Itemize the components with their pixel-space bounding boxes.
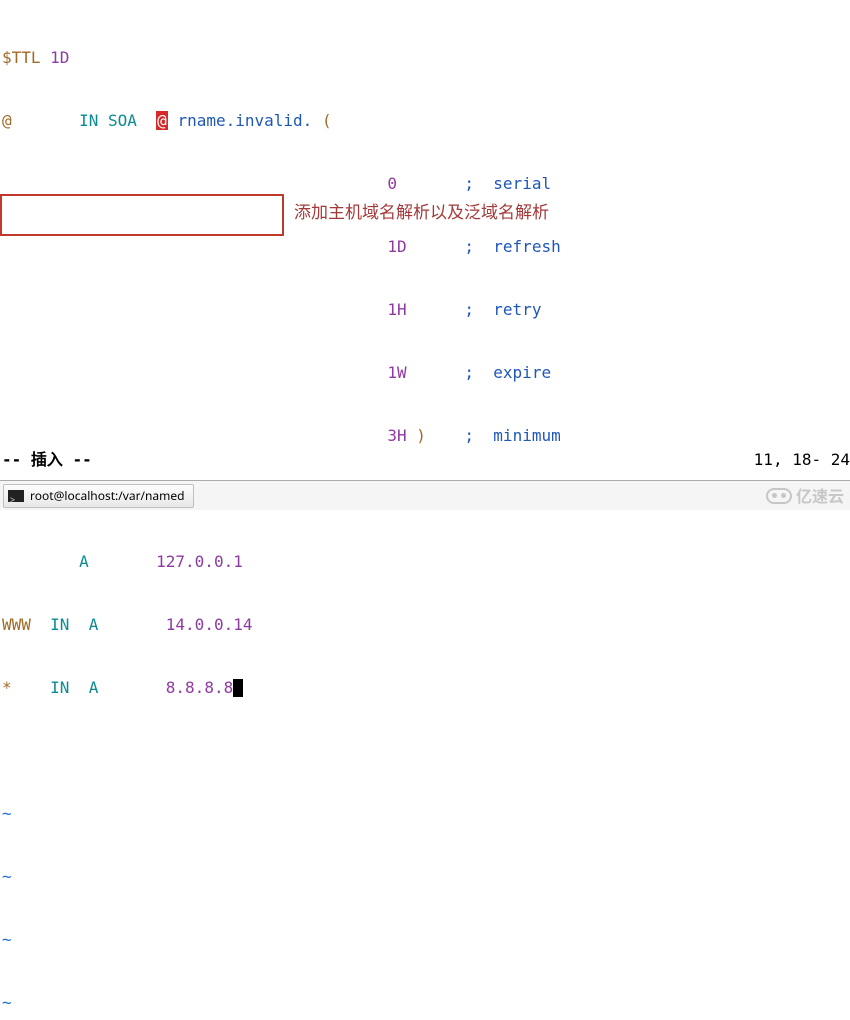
- taskbar-item-label: root@localhost:/var/named: [30, 485, 185, 506]
- refresh-semi: ;: [464, 237, 474, 256]
- taskbar-item-terminal[interactable]: root@localhost:/var/named: [3, 484, 194, 508]
- a-ip-local: 127.0.0.1: [156, 552, 243, 571]
- vim-cursor-position: 11, 18- 24: [754, 449, 850, 470]
- watermark-icon: [766, 488, 792, 504]
- expire-comment: expire: [493, 363, 551, 382]
- zone-line-a-www: WWW IN A 14.0.0.14: [2, 614, 850, 635]
- soa-close-paren: ): [416, 426, 426, 445]
- ttl-value: 1D: [50, 48, 69, 67]
- www-host: WWW: [2, 615, 31, 634]
- vim-tilde: ~: [2, 992, 850, 1013]
- editor-area[interactable]: $TTL 1D @ IN SOA @ rname.invalid. ( 0 ; …: [2, 5, 850, 1020]
- serial-semi: ;: [464, 174, 474, 193]
- soa-origin-at: @: [156, 111, 168, 130]
- refresh-value: 1D: [387, 237, 406, 256]
- vim-tilde: ~: [2, 866, 850, 887]
- retry-value: 1H: [387, 300, 406, 319]
- soa-rname: rname.invalid.: [177, 111, 312, 130]
- www-ip: 14.0.0.14: [166, 615, 253, 634]
- wildcard-ip: 8.8.8.8: [166, 678, 233, 697]
- retry-comment: retry: [493, 300, 541, 319]
- a-type-local: A: [79, 552, 89, 571]
- zone-line-a-local: A 127.0.0.1: [2, 551, 850, 572]
- zone-line-a-wildcard: * IN A 8.8.8.8: [2, 677, 850, 698]
- refresh-comment: refresh: [493, 237, 560, 256]
- soa-type: SOA: [108, 111, 137, 130]
- ttl-keyword: $TTL: [2, 48, 41, 67]
- empty-line: [2, 740, 850, 761]
- minimum-comment: minimum: [493, 426, 560, 445]
- vim-tilde: ~: [2, 803, 850, 824]
- zone-line-soa: @ IN SOA @ rname.invalid. (: [2, 110, 850, 131]
- soa-in: IN: [79, 111, 98, 130]
- zone-line-refresh: 1D ; refresh: [2, 236, 850, 257]
- www-in: IN: [50, 615, 69, 634]
- minimum-value: 3H: [387, 426, 406, 445]
- watermark-text: 亿速云: [796, 485, 844, 506]
- retry-semi: ;: [464, 300, 474, 319]
- wildcard-a: A: [89, 678, 99, 697]
- annotation-text: 添加主机域名解析以及泛域名解析: [294, 200, 549, 221]
- zone-line-serial: 0 ; serial: [2, 173, 850, 194]
- zone-line-ttl: $TTL 1D: [2, 47, 850, 68]
- terminal-icon: [8, 490, 24, 502]
- soa-open-paren: (: [322, 111, 332, 130]
- zone-line-expire: 1W ; expire: [2, 362, 850, 383]
- zone-line-retry: 1H ; retry: [2, 299, 850, 320]
- wildcard-host: *: [2, 678, 12, 697]
- expire-semi: ;: [464, 363, 474, 382]
- watermark: 亿速云: [766, 485, 844, 506]
- serial-comment: serial: [493, 174, 551, 193]
- text-cursor: [233, 679, 243, 697]
- expire-value: 1W: [387, 363, 406, 382]
- origin-at: @: [2, 111, 12, 130]
- www-a: A: [89, 615, 99, 634]
- vim-tilde: ~: [2, 929, 850, 950]
- minimum-semi: ;: [464, 426, 474, 445]
- taskbar[interactable]: root@localhost:/var/named 亿速云: [0, 480, 850, 510]
- serial-value: 0: [387, 174, 397, 193]
- zone-line-minimum: 3H ) ; minimum: [2, 425, 850, 446]
- vim-mode-indicator: -- 插入 --: [2, 449, 92, 470]
- wildcard-in: IN: [50, 678, 69, 697]
